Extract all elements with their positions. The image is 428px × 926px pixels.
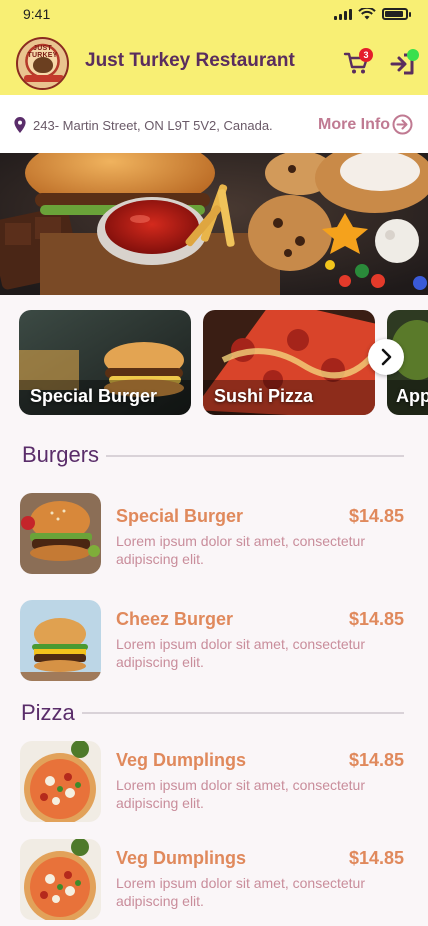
cart-count-badge: 3 (359, 48, 373, 62)
battery-icon (382, 8, 411, 20)
item-price: $14.85 (348, 750, 404, 770)
address-bar: 243- Martin Street, ON L9T 5V2, Canada. … (0, 95, 428, 153)
item-image-veg-dumplings[interactable] (20, 839, 101, 920)
item-name[interactable]: Veg Dumplings (116, 848, 246, 869)
online-status-dot (407, 49, 419, 61)
item-price: $14.85 (348, 506, 404, 526)
item-name[interactable]: Cheez Burger (116, 609, 233, 630)
status-icons (334, 8, 411, 20)
arrow-circle-right-icon[interactable] (392, 114, 413, 135)
category-label: Special Burger (30, 386, 158, 406)
location-pin-icon (14, 117, 26, 133)
item-image-cheez-burger[interactable] (20, 600, 101, 681)
status-time: 9:41 (23, 6, 51, 22)
category-next-button[interactable] (368, 339, 404, 375)
section-divider (106, 455, 404, 457)
item-price: $14.85 (348, 609, 404, 629)
wifi-icon (358, 8, 376, 20)
signal-icon (334, 8, 352, 20)
item-description: Lorem ipsum dolor sit amet, consectetur … (116, 777, 365, 811)
item-description: Lorem ipsum dolor sit amet, consectetur … (116, 875, 365, 909)
category-card-special-burger[interactable]: Special Burger (19, 310, 191, 415)
section-title-burgers: Burgers (22, 442, 100, 467)
status-bar: 9:41 (0, 0, 428, 28)
item-description: Lorem ipsum dolor sit amet, consectetur … (116, 533, 365, 567)
more-info-link[interactable]: More Info (318, 116, 390, 134)
app-header: 9:41 JUST TURKEY Just Turkey Restaurant … (0, 0, 428, 95)
address-text: 243- Martin Street, ON L9T 5V2, Canada. (33, 118, 273, 133)
section-title-pizza: Pizza (21, 700, 75, 725)
hero-banner (0, 153, 428, 295)
food-banner-image (0, 153, 428, 295)
category-card-sushi-pizza[interactable]: Sushi Pizza (203, 310, 375, 415)
category-label: Sushi Pizza (214, 386, 314, 406)
section-divider (82, 712, 404, 714)
item-image-special-burger[interactable] (20, 493, 101, 574)
category-label: App (396, 386, 428, 406)
item-image-veg-dumplings[interactable] (20, 741, 101, 822)
chevron-right-icon (381, 348, 392, 366)
item-name[interactable]: Special Burger (116, 506, 243, 527)
restaurant-name: Just Turkey Restaurant (85, 50, 295, 71)
item-name[interactable]: Veg Dumplings (116, 750, 246, 771)
item-description: Lorem ipsum dolor sit amet, consectetur … (116, 636, 365, 670)
turkey-icon (33, 57, 53, 73)
restaurant-logo: JUST TURKEY (16, 37, 69, 90)
item-price: $14.85 (348, 848, 404, 868)
